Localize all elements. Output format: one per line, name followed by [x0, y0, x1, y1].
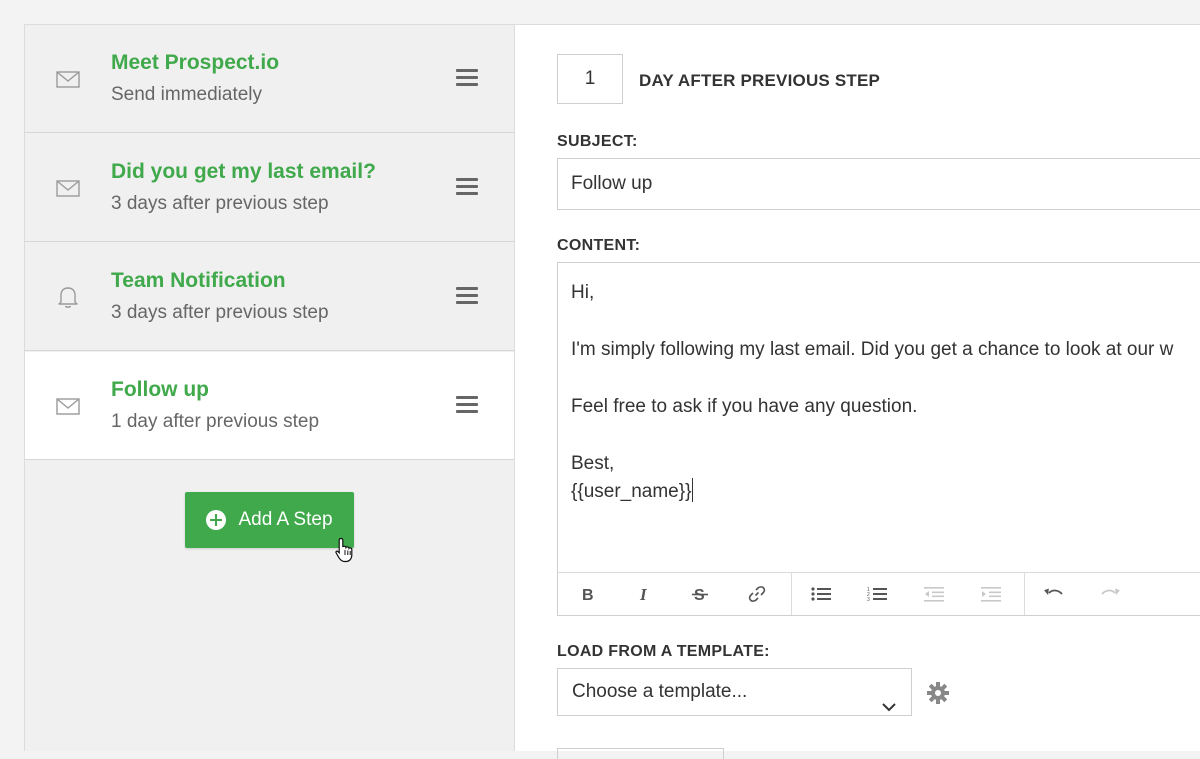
step-editor-panel: 1 DAY AFTER PREVIOUS STEP SUBJECT: Follo… [515, 25, 1200, 759]
svg-text:3: 3 [867, 597, 870, 602]
step-timing: 1 day after previous step [111, 411, 320, 432]
content-text-area[interactable]: Hi, I'm simply following my last email. … [571, 279, 1200, 506]
strikethrough-icon[interactable]: S [689, 583, 711, 605]
content-line: I'm simply following my last email. Did … [571, 339, 1174, 360]
content-line: Best, [571, 453, 615, 474]
template-select[interactable]: Choose a template... [557, 668, 912, 716]
template-label: LOAD FROM A TEMPLATE: [557, 643, 770, 660]
bullet-list-icon[interactable] [810, 583, 832, 605]
step-item-last-email[interactable]: Did you get my last email? 3 days after … [25, 134, 514, 242]
envelope-icon [55, 178, 81, 198]
drag-handle-icon[interactable] [456, 287, 478, 307]
step-item-meet-prospect[interactable]: Meet Prospect.io Send immediately [25, 25, 514, 133]
step-title: Did you get my last email? [111, 160, 376, 183]
drag-handle-icon[interactable] [456, 396, 478, 416]
gear-icon[interactable] [926, 681, 950, 710]
svg-text:I: I [639, 586, 648, 602]
step-title: Meet Prospect.io [111, 51, 280, 74]
add-step-button[interactable]: Add A Step [185, 492, 354, 548]
undo-icon[interactable] [1043, 583, 1065, 605]
hand-cursor-icon [335, 537, 355, 568]
subject-label: SUBJECT: [557, 133, 638, 150]
content-line: Hi, [571, 282, 595, 303]
step-item-team-notification[interactable]: Team Notification 3 days after previous … [25, 243, 514, 351]
step-title: Team Notification [111, 269, 286, 292]
content-line: {{user_name}} [571, 481, 692, 502]
bold-icon[interactable]: B [576, 583, 598, 605]
app-window: Meet Prospect.io Send immediately Did yo… [24, 24, 1200, 759]
days-delay-label: DAY AFTER PREVIOUS STEP [639, 71, 881, 90]
chevron-down-icon [881, 685, 897, 731]
subject-input[interactable]: Follow up [557, 158, 1200, 210]
svg-text:B: B [582, 587, 594, 602]
template-select-value: Choose a template... [572, 681, 748, 702]
step-timing: Send immediately [111, 84, 263, 105]
numbered-list-icon[interactable]: 123 [866, 583, 888, 605]
drag-handle-icon[interactable] [456, 178, 478, 198]
editor-toolbar: B I S 123 [558, 572, 1200, 615]
envelope-icon [55, 69, 81, 89]
steps-sidebar: Meet Prospect.io Send immediately Did yo… [25, 25, 515, 751]
step-title: Follow up [111, 378, 209, 401]
outdent-icon[interactable] [923, 583, 945, 605]
step-timing: 3 days after previous step [111, 193, 329, 214]
step-timing: 3 days after previous step [111, 302, 329, 323]
envelope-icon [55, 396, 81, 416]
content-editor[interactable]: Hi, I'm simply following my last email. … [557, 262, 1200, 616]
drag-handle-icon[interactable] [456, 69, 478, 89]
italic-icon[interactable]: I [633, 583, 655, 605]
bell-icon [55, 287, 81, 308]
days-delay-input[interactable]: 1 [557, 54, 623, 104]
plus-circle-icon [206, 510, 227, 530]
redo-icon[interactable] [1099, 583, 1121, 605]
text-caret [692, 478, 694, 502]
content-line: Feel free to ask if you have any questio… [571, 396, 918, 417]
link-icon[interactable] [746, 583, 768, 605]
content-label: CONTENT: [557, 237, 641, 254]
step-item-follow-up[interactable]: Follow up 1 day after previous step [25, 352, 514, 460]
indent-icon[interactable] [980, 583, 1002, 605]
add-step-label: Add A Step [238, 509, 333, 530]
